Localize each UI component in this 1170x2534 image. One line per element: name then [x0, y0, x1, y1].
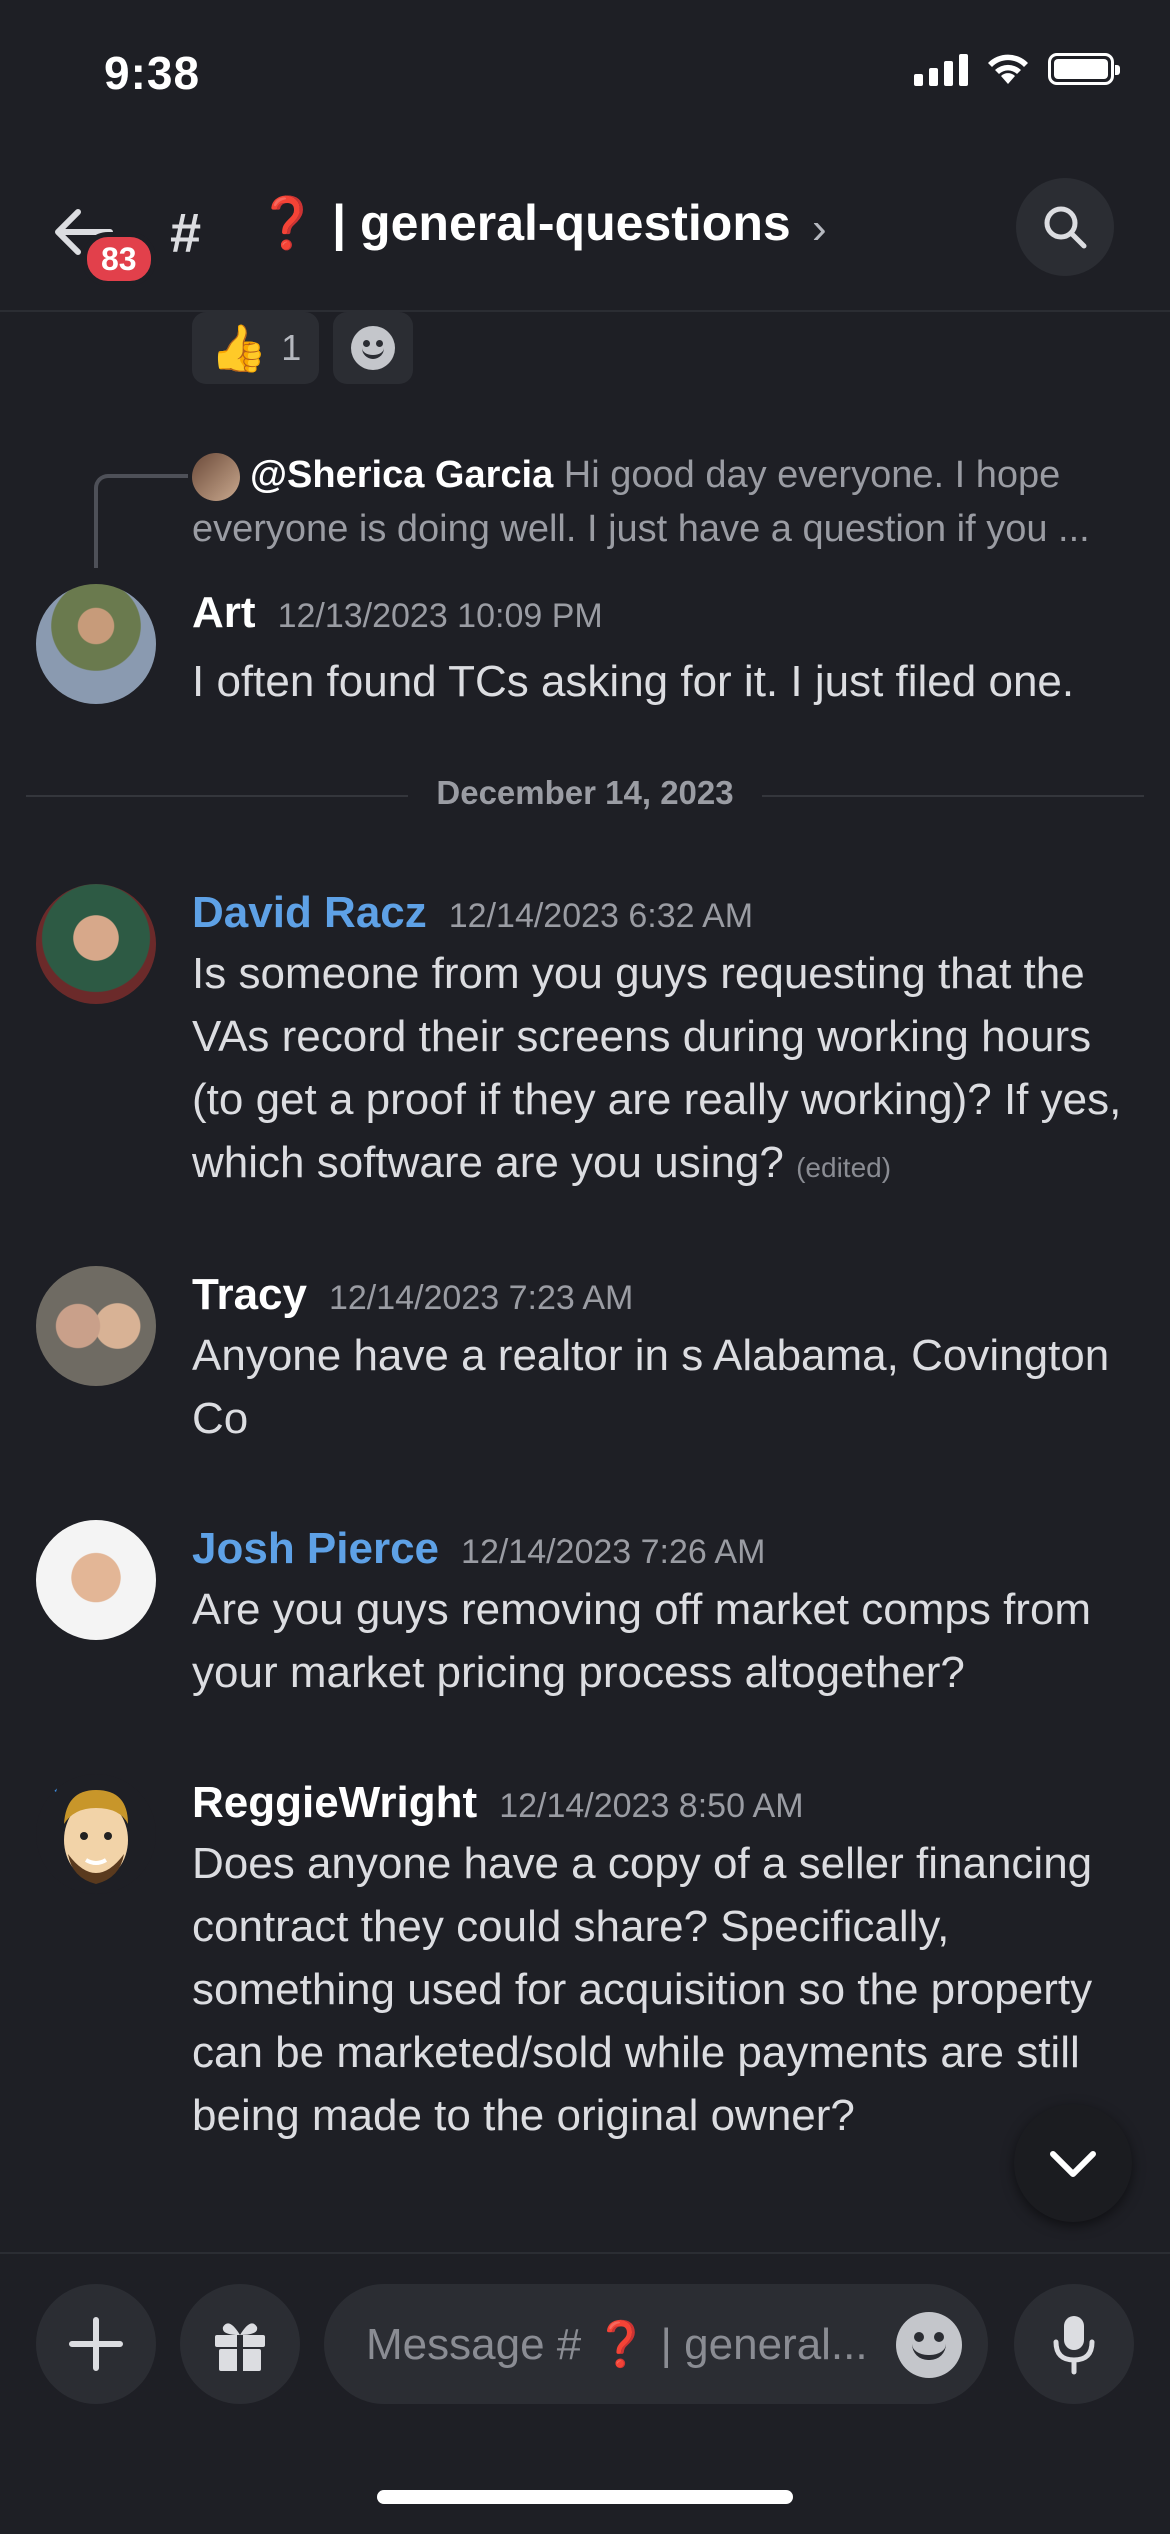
- search-icon: [1044, 206, 1087, 249]
- message-author[interactable]: ReggieWright 12/14/2023 8:50 AM: [192, 1778, 804, 1828]
- channel-emoji: ❓: [256, 195, 319, 251]
- message-body: Is someone from you guys requesting that…: [192, 949, 1122, 1187]
- message-timestamp: 12/14/2023 8:50 AM: [499, 1787, 804, 1825]
- avatar[interactable]: [36, 1520, 156, 1640]
- cellular-signal-icon: [914, 52, 968, 86]
- cartoon-face-icon: [48, 1778, 128, 1884]
- date-divider-label: December 14, 2023: [408, 774, 762, 811]
- reply-author: @Sherica Garcia: [250, 454, 554, 496]
- battery-icon: [1048, 53, 1120, 85]
- message-author[interactable]: Art 12/13/2023 10:09 PM: [192, 588, 603, 638]
- reply-preview[interactable]: @Sherica Garcia Hi good day everyone. I …: [192, 448, 1132, 556]
- microphone-icon: [1053, 2316, 1095, 2375]
- text-channel-icon: #: [170, 201, 202, 264]
- voice-message-button[interactable]: [1014, 2284, 1134, 2404]
- message-text: Is someone from you guys requesting that…: [192, 942, 1142, 1199]
- jump-to-bottom-button[interactable]: [1014, 2104, 1132, 2222]
- avatar[interactable]: [36, 884, 156, 1004]
- reaction-thumbs-up[interactable]: 👍 1: [192, 312, 320, 384]
- search-button[interactable]: [1016, 178, 1114, 276]
- avatar[interactable]: [36, 1774, 156, 1894]
- message-timestamp: 12/14/2023 7:26 AM: [461, 1533, 766, 1571]
- message-author[interactable]: Josh Pierce 12/14/2023 7:26 AM: [192, 1524, 765, 1574]
- author-name: David Racz: [192, 888, 427, 937]
- channel-header: 83 # ❓ | general-questions ›: [0, 160, 1170, 312]
- channel-title[interactable]: ❓ | general-questions: [256, 194, 791, 253]
- status-bar: 9:38: [0, 0, 1170, 150]
- unread-badge: 83: [82, 232, 156, 286]
- add-reaction-button[interactable]: [333, 312, 414, 384]
- emoji-picker-icon[interactable]: [896, 2312, 962, 2378]
- message-timestamp: 12/13/2023 10:09 PM: [277, 597, 603, 635]
- avatar[interactable]: [36, 584, 156, 704]
- author-name: Art: [192, 588, 256, 637]
- edited-label: (edited): [796, 1152, 892, 1183]
- message-timestamp: 12/14/2023 7:23 AM: [328, 1279, 634, 1317]
- reaction-count: 1: [281, 327, 302, 368]
- reaction-bar: 👍 1: [192, 312, 414, 384]
- gift-button[interactable]: [180, 2284, 300, 2404]
- date-divider: December 14, 2023: [0, 774, 1170, 812]
- message-author[interactable]: David Racz 12/14/2023 6:32 AM: [192, 888, 753, 938]
- message-input-placeholder: Message # ❓ | general...: [366, 2318, 868, 2370]
- chevron-right-icon: ›: [812, 204, 827, 253]
- home-indicator[interactable]: [377, 2490, 793, 2504]
- placeholder-prefix: Message #: [366, 2320, 582, 2369]
- author-name: Josh Pierce: [192, 1524, 440, 1573]
- placeholder-emoji: ❓: [593, 2320, 649, 2369]
- reply-avatar: [192, 452, 240, 501]
- author-name: Tracy: [192, 1270, 307, 1319]
- thumbs-up-emoji: 👍: [210, 321, 268, 374]
- plus-icon: [69, 2317, 123, 2371]
- message-text: Anyone have a realtor in s Alabama, Covi…: [192, 1331, 1110, 1443]
- message-timestamp: 12/14/2023 6:32 AM: [448, 897, 754, 935]
- avatar[interactable]: [36, 1266, 156, 1386]
- message-text: Are you guys removing off market comps f…: [192, 1585, 1092, 1697]
- chevron-down-icon: [1050, 2151, 1096, 2177]
- status-icons: [914, 52, 1120, 86]
- message-text: I often found TCs asking for it. I just …: [192, 657, 1075, 706]
- channel-name: | general-questions: [332, 195, 791, 251]
- gift-icon: [215, 2323, 265, 2371]
- add-reaction-icon: [351, 326, 396, 370]
- add-attachment-button[interactable]: [36, 2284, 156, 2404]
- message-text: Does anyone have a copy of a seller fina…: [192, 1839, 1093, 2140]
- status-time: 9:38: [104, 47, 201, 99]
- author-name: ReggieWright: [192, 1778, 478, 1827]
- placeholder-suffix: | general...: [660, 2320, 868, 2369]
- message-input[interactable]: Message # ❓ | general...: [324, 2284, 988, 2404]
- message-author[interactable]: Tracy 12/14/2023 7:23 AM: [192, 1270, 633, 1320]
- reply-connector-line: [94, 474, 188, 568]
- wifi-icon: [988, 54, 1028, 84]
